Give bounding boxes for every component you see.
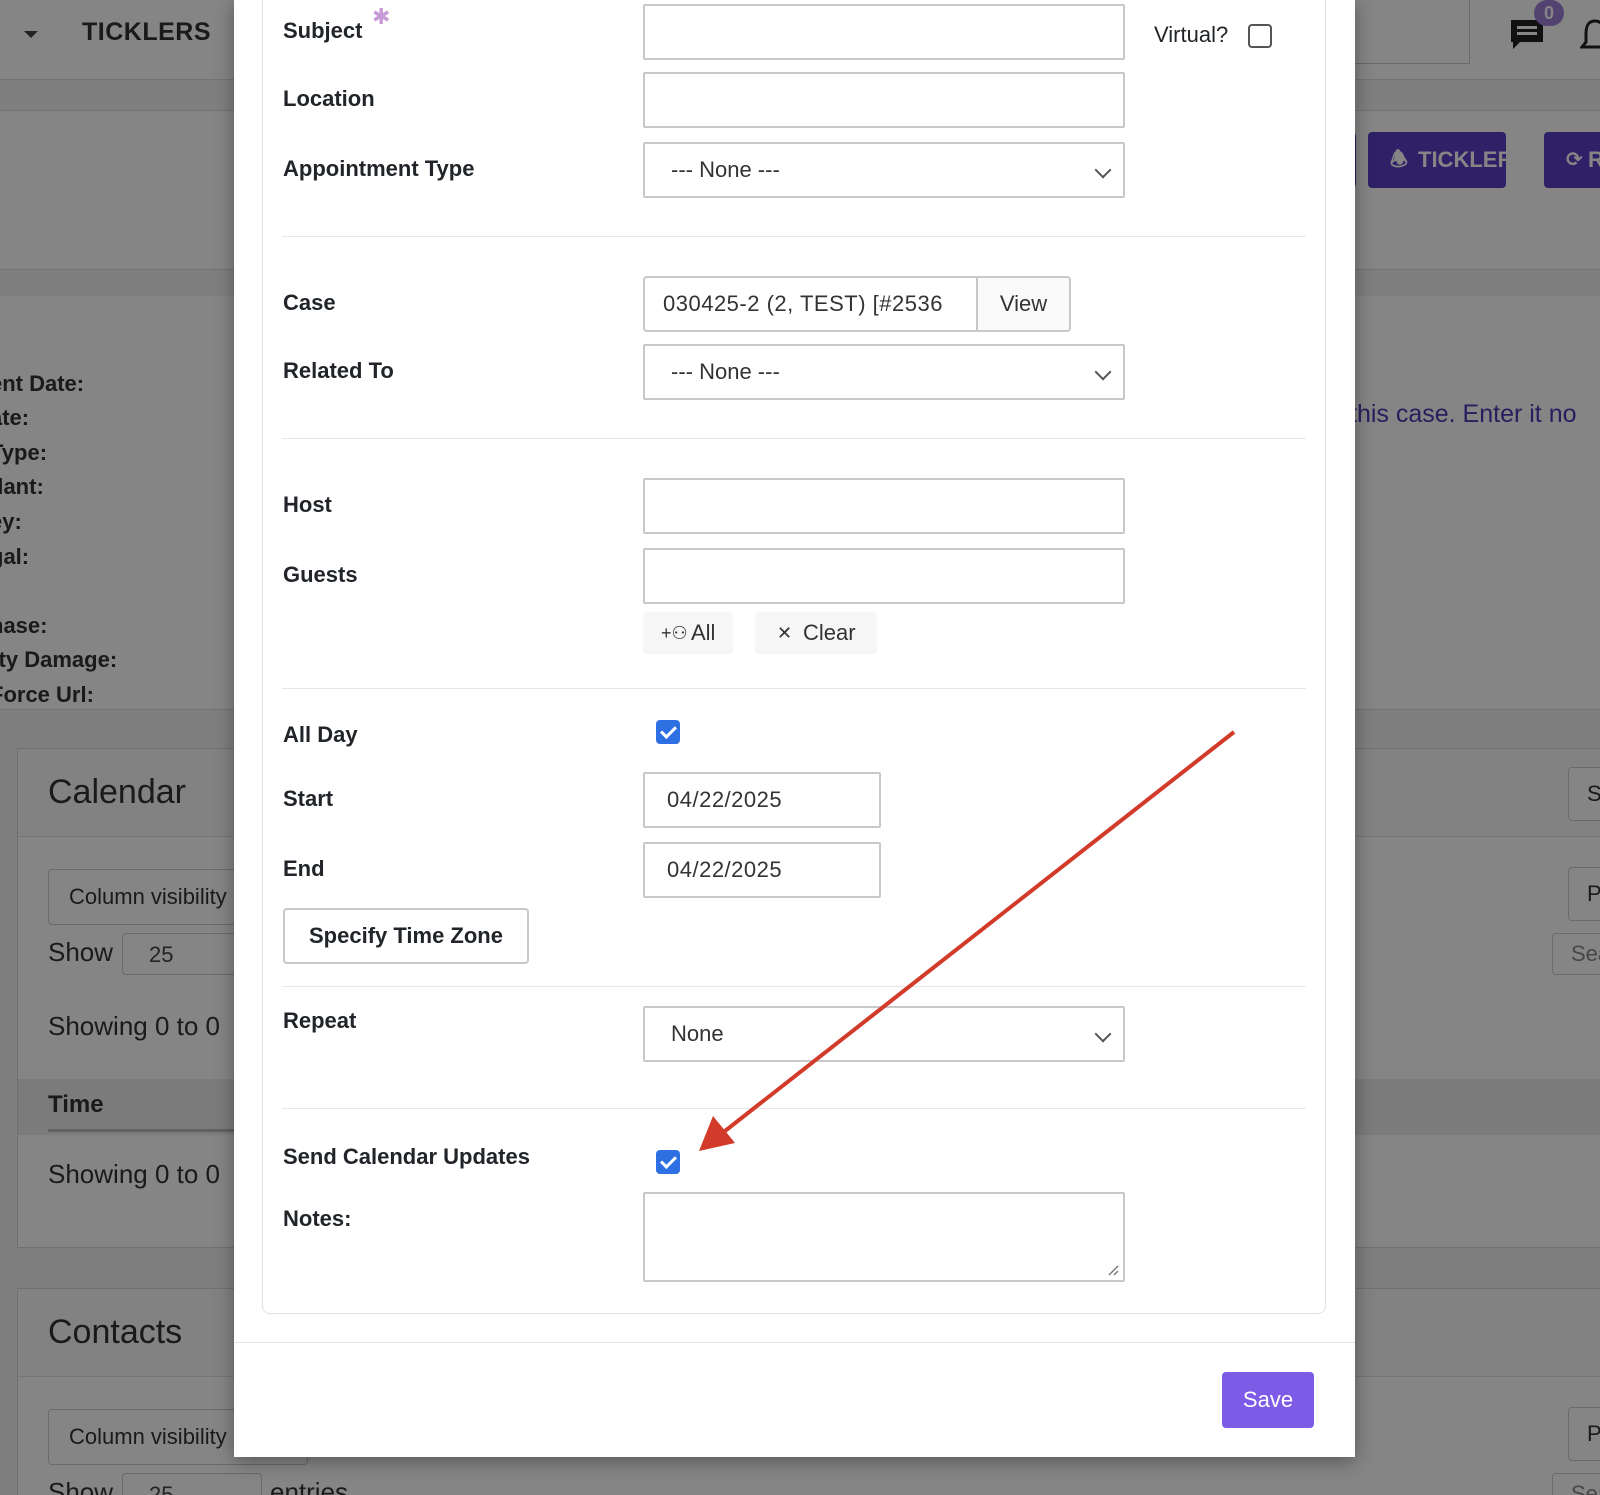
appointment-type-label: Appointment Type	[283, 156, 475, 181]
related-to-value: --- None ---	[671, 359, 780, 384]
case-input-group: 030425-2 (2, TEST) [#2536 View	[643, 276, 1071, 332]
section-divider	[282, 1108, 1306, 1109]
appointment-modal: Subject ✱ Virtual? Location Appointment …	[234, 0, 1355, 1457]
required-star-icon: ✱	[372, 4, 391, 29]
related-to-select[interactable]: --- None ---	[643, 344, 1125, 400]
send-calendar-updates-label: Send Calendar Updates	[283, 1144, 530, 1169]
add-all-guests-button[interactable]: +⚇ All	[643, 612, 733, 654]
chevron-down-icon	[1094, 161, 1112, 179]
end-date-input[interactable]	[643, 842, 881, 898]
repeat-select[interactable]: None	[643, 1006, 1125, 1062]
end-label: End	[283, 856, 325, 881]
location-input[interactable]	[643, 72, 1125, 128]
chevron-down-icon	[1094, 363, 1112, 381]
section-divider	[282, 236, 1306, 237]
subject-label: Subject	[283, 18, 363, 43]
case-input[interactable]: 030425-2 (2, TEST) [#2536	[643, 276, 978, 332]
virtual-checkbox[interactable]	[1248, 24, 1272, 48]
host-input[interactable]	[643, 478, 1125, 534]
appointment-type-select[interactable]: --- None ---	[643, 142, 1125, 198]
send-calendar-updates-checkbox[interactable]	[656, 1150, 680, 1174]
notes-label: Notes:	[283, 1206, 352, 1231]
start-date-input[interactable]	[643, 772, 881, 828]
section-divider	[282, 688, 1306, 689]
clear-guests-button[interactable]: ✕ Clear	[755, 612, 877, 654]
chevron-down-icon	[1094, 1025, 1112, 1043]
related-to-label: Related To	[283, 358, 394, 383]
repeat-label: Repeat	[283, 1008, 357, 1033]
guests-input[interactable]	[643, 548, 1125, 604]
resize-grip-icon[interactable]	[1107, 1264, 1119, 1276]
subject-input[interactable]	[643, 4, 1125, 60]
save-button[interactable]: Save	[1222, 1372, 1314, 1428]
host-label: Host	[283, 492, 332, 517]
location-label: Location	[283, 86, 375, 111]
notes-textarea[interactable]	[643, 1192, 1125, 1282]
all-day-checkbox[interactable]	[656, 720, 680, 744]
start-label: Start	[283, 786, 334, 811]
case-label: Case	[283, 290, 336, 315]
appointment-type-value: --- None ---	[671, 157, 780, 182]
close-icon: ✕	[777, 623, 793, 643]
section-divider	[282, 986, 1306, 987]
guests-label: Guests	[283, 562, 358, 587]
specify-time-zone-button[interactable]: Specify Time Zone	[283, 908, 529, 964]
case-view-button[interactable]: View	[976, 276, 1071, 332]
section-divider	[282, 438, 1306, 439]
all-day-label: All Day	[283, 722, 358, 747]
modal-footer-divider	[234, 1342, 1355, 1343]
virtual-label: Virtual?	[1154, 22, 1229, 47]
user-plus-icon: +⚇	[661, 623, 688, 643]
repeat-value: None	[671, 1021, 724, 1046]
